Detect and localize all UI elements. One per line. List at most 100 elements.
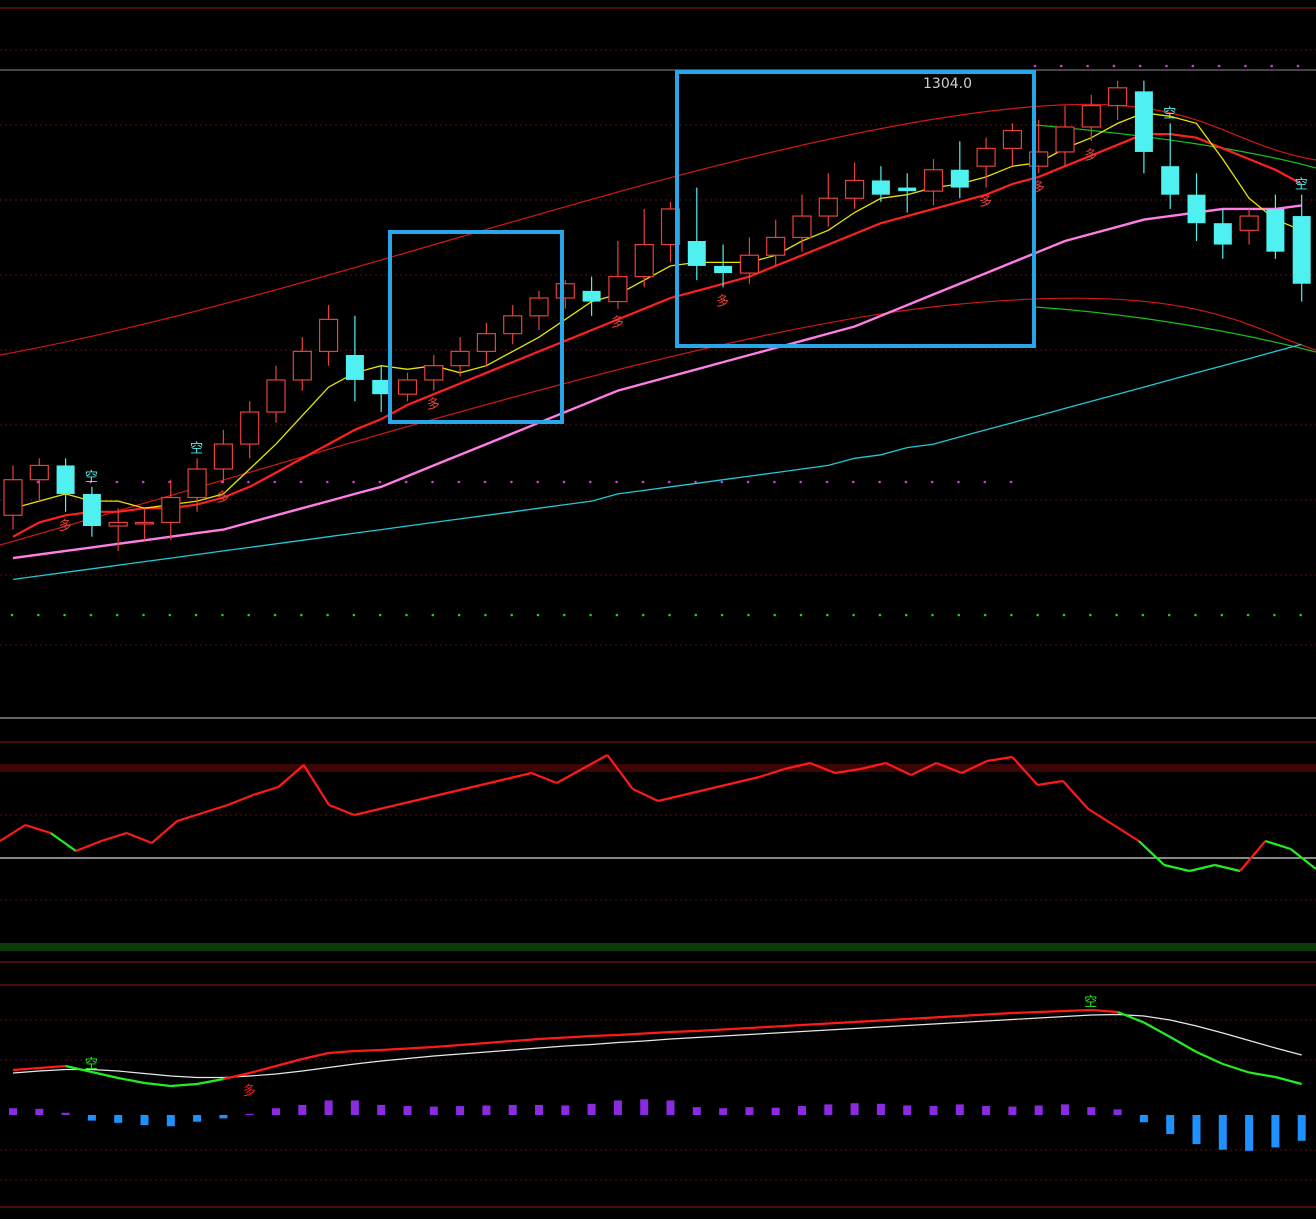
macd-histogram-bar <box>298 1104 307 1115</box>
macd-dif-segment <box>354 1048 382 1053</box>
dot-marker <box>457 480 461 484</box>
dot-marker <box>168 613 172 617</box>
macd-histogram-bar <box>903 1105 912 1115</box>
buy-signal-label: 多 <box>216 489 229 505</box>
candle-body-down <box>582 290 601 302</box>
osc-overbought-band <box>0 764 1316 772</box>
dot-marker <box>378 480 382 484</box>
chart-stage: 多多多多多多多多空空空空 空多空 1304.0 <box>0 0 1316 1215</box>
macd-buy-label: 多 <box>243 1083 256 1099</box>
dot-marker <box>404 480 408 484</box>
macd-dif-segment <box>749 1025 776 1030</box>
dot-marker <box>694 613 698 617</box>
macd-histogram-bar <box>929 1106 938 1115</box>
stock-chart: 多多多多多多多多空空空空 空多空 1304.0 <box>0 0 1316 1215</box>
buy-signal-label: 多 <box>611 315 624 331</box>
dot-marker <box>825 480 829 484</box>
macd-histogram-bar <box>272 1108 280 1115</box>
macd-histogram-bar <box>955 1104 964 1115</box>
macd-histogram-bar <box>587 1103 596 1115</box>
sell-signal-label: 空 <box>85 470 98 485</box>
macd-histogram-bar <box>219 1115 228 1119</box>
dot-marker <box>10 613 14 617</box>
candle-body-down <box>372 379 391 395</box>
dot-marker <box>405 613 408 617</box>
candle-body-down <box>56 465 75 494</box>
macd-dif-segment <box>828 1020 855 1025</box>
candle-body-down <box>1292 216 1311 284</box>
macd-dif-segment <box>880 1017 908 1022</box>
dot-marker <box>983 480 987 484</box>
dot-marker <box>615 480 618 484</box>
dot-marker <box>457 613 461 617</box>
macd-dif-segment <box>1012 1010 1039 1015</box>
macd-dif-segment <box>670 1029 697 1034</box>
macd-histogram-bar <box>771 1107 780 1115</box>
dot-marker <box>1165 64 1168 68</box>
dot-marker <box>221 613 224 617</box>
candle-body-up <box>319 318 339 353</box>
candle-body-down <box>345 355 364 380</box>
dot-marker <box>37 613 40 617</box>
dot-marker <box>746 480 750 484</box>
dot-marker <box>1246 613 1250 617</box>
candle-body-up <box>187 468 207 499</box>
candle-body-up <box>1107 87 1128 107</box>
candle-body-down <box>1213 223 1232 245</box>
macd-histogram-bar <box>324 1100 333 1115</box>
candle-body-down <box>1187 194 1206 224</box>
candle-body-up <box>923 169 944 192</box>
candle-body-down <box>898 187 917 192</box>
dot-marker <box>641 613 645 617</box>
macd-dif-segment <box>565 1034 592 1039</box>
macd-histogram-bar <box>1061 1104 1069 1115</box>
dot-marker <box>483 480 487 484</box>
candle-body-up <box>292 350 312 381</box>
macd-histogram-bar <box>166 1115 175 1127</box>
candle-body-up <box>844 179 865 199</box>
candle-body-down <box>1134 91 1153 152</box>
dot-marker <box>326 480 329 484</box>
candle-body-down <box>82 493 101 526</box>
macd-sell-label: 空 <box>85 1057 98 1072</box>
candle-body-up <box>608 276 628 303</box>
dot-marker <box>1270 64 1273 68</box>
macd-histogram-bar <box>613 1100 622 1115</box>
dot-marker <box>536 613 540 617</box>
macd-dif-segment <box>801 1022 829 1027</box>
dot-marker <box>431 613 435 617</box>
dot-marker <box>747 613 750 617</box>
macd-histogram-bar <box>1139 1115 1148 1123</box>
sell-signal-label: 空 <box>1295 178 1308 193</box>
dot-marker <box>720 613 724 617</box>
macd-dif-segment <box>986 1011 1013 1016</box>
dot-marker <box>536 480 539 484</box>
dot-marker <box>904 480 908 484</box>
dot-marker <box>1191 64 1195 68</box>
dot-marker <box>930 480 934 484</box>
dot-marker <box>247 480 250 484</box>
dot-marker <box>773 480 776 484</box>
dot-marker <box>1112 64 1116 68</box>
dot-marker <box>983 613 987 617</box>
dot-marker <box>878 480 881 484</box>
buy-signal-label: 多 <box>979 194 992 210</box>
dot-marker <box>904 613 908 617</box>
candle-body-up <box>266 379 286 413</box>
dot-marker <box>1296 64 1300 68</box>
macd-histogram-bar <box>824 1104 833 1115</box>
candle-body-up <box>29 464 49 481</box>
macd-histogram-bar <box>666 1100 675 1115</box>
candle-body-down <box>687 241 706 266</box>
dot-marker <box>852 480 855 484</box>
dot-marker <box>326 613 329 617</box>
candle-body-up <box>1081 105 1101 128</box>
macd-histogram-bar <box>640 1099 649 1115</box>
dot-marker <box>799 480 802 484</box>
dot-marker <box>1036 613 1039 617</box>
dot-marker <box>431 480 434 484</box>
macd-histogram-bar <box>1192 1115 1201 1145</box>
dot-marker <box>668 613 671 617</box>
macd-dif-segment <box>907 1016 934 1021</box>
macd-histogram-bar <box>429 1106 438 1115</box>
